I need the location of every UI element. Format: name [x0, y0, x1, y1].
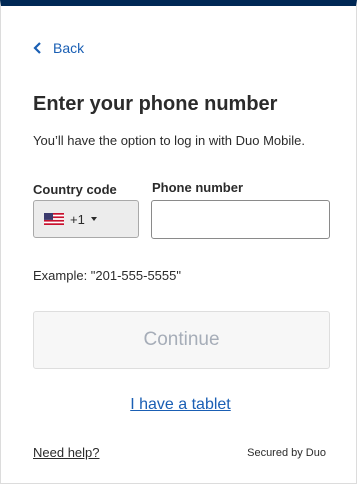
page-title: Enter your phone number — [33, 93, 278, 115]
phone-number-label: Phone number — [152, 180, 244, 195]
tablet-link-row: I have a tablet — [1, 396, 359, 414]
auth-card: Back Enter your phone number You’ll have… — [0, 0, 357, 484]
page-subtitle: You’ll have the option to log in with Du… — [33, 133, 305, 148]
us-flag-icon — [44, 213, 64, 225]
phone-example-text: Example: "201-555-5555" — [33, 268, 181, 283]
caret-down-icon — [90, 217, 97, 221]
country-code-value: +1 — [70, 211, 85, 227]
chevron-left-icon — [33, 42, 41, 54]
country-code-label: Country code — [33, 182, 117, 197]
country-code-select[interactable]: +1 — [33, 200, 139, 238]
need-help-link[interactable]: Need help? — [33, 445, 100, 460]
phone-number-input[interactable] — [151, 200, 330, 239]
secured-by-text: Secured by Duo — [247, 447, 326, 459]
continue-button[interactable]: Continue — [33, 311, 330, 369]
back-link[interactable]: Back — [33, 40, 84, 56]
back-label: Back — [53, 40, 85, 56]
tablet-link[interactable]: I have a tablet — [130, 396, 231, 413]
